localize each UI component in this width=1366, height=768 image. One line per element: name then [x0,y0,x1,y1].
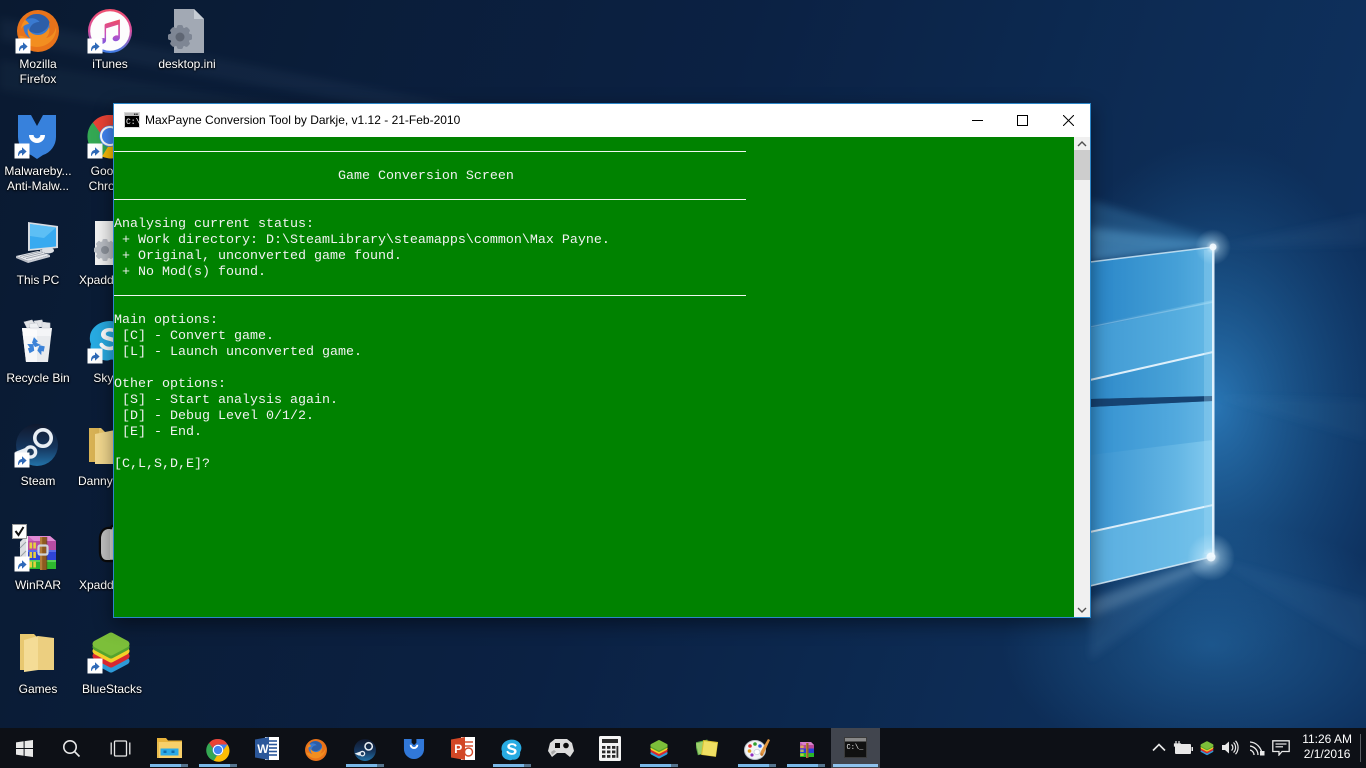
svg-text:P: P [454,742,462,756]
svg-text:C:\_: C:\_ [847,744,865,752]
svg-text:C:\: C:\ [126,118,140,127]
svg-text:W: W [257,742,269,756]
